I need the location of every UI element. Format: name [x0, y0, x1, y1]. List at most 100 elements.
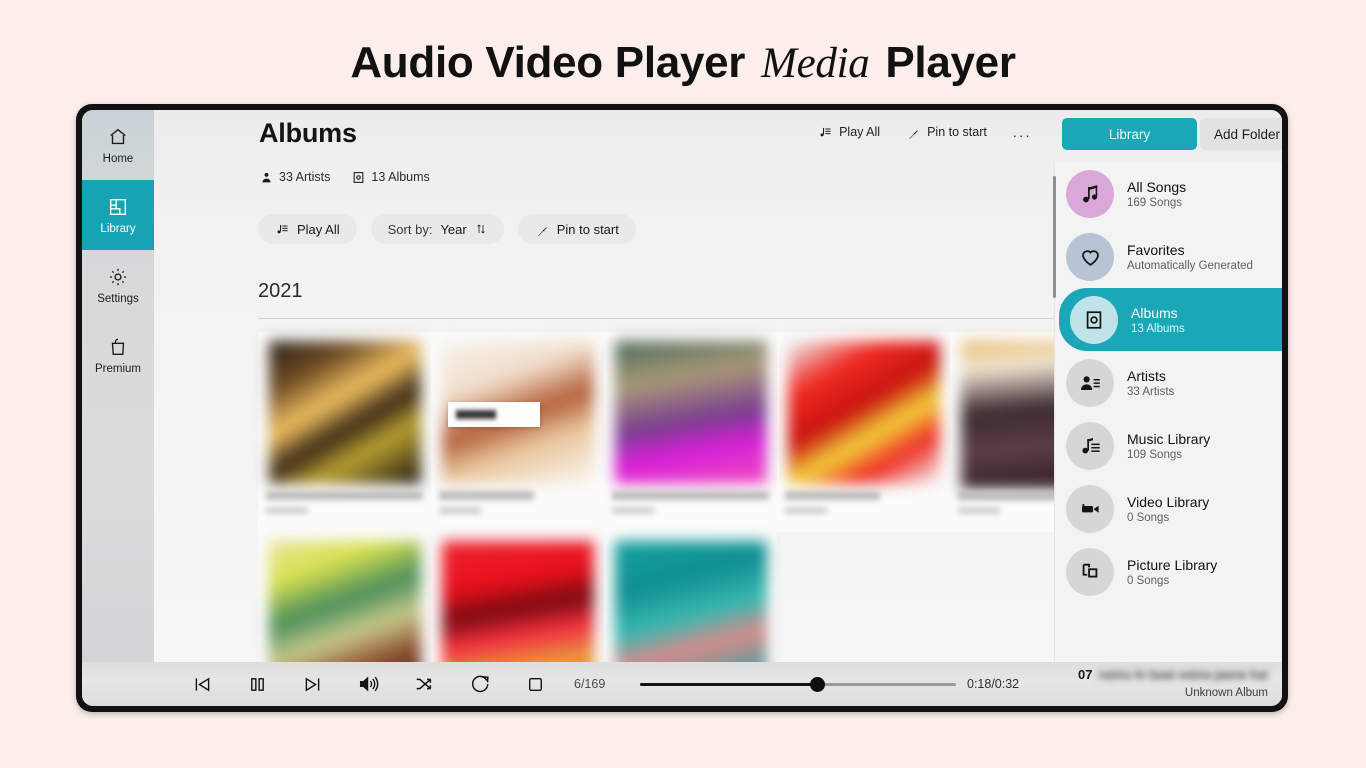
track-counter: 6/169	[574, 677, 606, 691]
tab-library[interactable]: Library	[1062, 118, 1197, 150]
album-title-blurred	[785, 491, 880, 500]
left-nav-rail: Home Library Settings Premium	[82, 110, 154, 662]
sidebar-item-label: Home	[102, 152, 134, 165]
library-item-text: Video Library 0 Songs	[1127, 494, 1209, 524]
album-tooltip	[448, 402, 540, 427]
repeat-icon	[469, 673, 491, 695]
album-tile[interactable]	[431, 332, 604, 532]
pin-to-start-action-label: Pin to start	[927, 125, 987, 139]
library-item-text: Albums 13 Albums	[1131, 305, 1185, 335]
library-item-albums[interactable]: Albums 13 Albums	[1059, 288, 1282, 351]
overflow-menu-button[interactable]: ...	[1013, 124, 1032, 140]
album-icon	[352, 171, 365, 184]
content-meta: 33 Artists 13 Albums	[260, 170, 430, 184]
library-item-music-library[interactable]: Music Library 109 Songs	[1055, 414, 1282, 477]
meta-artists: 33 Artists	[260, 170, 330, 184]
sidebar-item-settings[interactable]: Settings	[82, 250, 154, 320]
stop-button[interactable]	[525, 674, 546, 695]
library-item-title: Favorites	[1127, 241, 1185, 258]
next-track-button[interactable]	[302, 674, 323, 695]
library-item-artists[interactable]: Artists 33 Artists	[1055, 351, 1282, 414]
library-item-text: Picture Library 0 Songs	[1127, 557, 1217, 587]
heart-icon	[1078, 244, 1103, 269]
picture-library-circle	[1066, 547, 1114, 596]
album-subtitle-blurred	[439, 507, 481, 514]
album-tooltip-text-blurred	[456, 410, 496, 419]
play-all-action[interactable]: Play All	[818, 125, 880, 139]
play-all-action-label: Play All	[839, 125, 881, 139]
sidebar-item-premium[interactable]: Premium	[82, 320, 154, 390]
album-tile[interactable]	[258, 332, 431, 532]
library-item-title: Albums	[1131, 304, 1178, 321]
device-bezel: Home Library Settings Premium Albums 33 …	[76, 104, 1288, 712]
player-time: 0:18/0:32	[967, 677, 1020, 691]
sidebar-item-label: Settings	[97, 292, 139, 305]
volume-button[interactable]	[357, 673, 379, 695]
pin-icon	[535, 222, 549, 236]
album-grid	[258, 332, 1138, 706]
album-title-blurred	[439, 491, 534, 500]
now-playing: 07 naino ki baat naina jaane hai Unknown…	[1018, 666, 1268, 699]
library-grid-icon	[107, 196, 129, 218]
sidebar-item-home[interactable]: Home	[82, 110, 154, 180]
add-folder-button[interactable]: Add Folder	[1200, 118, 1282, 150]
album-art	[268, 341, 421, 484]
video-camera-icon	[1078, 497, 1102, 521]
album-subtitle-blurred	[266, 507, 308, 514]
album-art	[787, 341, 940, 484]
sidebar-item-library[interactable]: Library	[82, 180, 154, 250]
album-subtitle-blurred	[612, 507, 654, 514]
now-playing-album: Unknown Album	[1184, 687, 1268, 699]
library-item-text: Favorites Automatically Generated	[1127, 242, 1253, 272]
play-all-icon	[275, 222, 289, 236]
pin-to-start-button[interactable]: Pin to start	[517, 214, 636, 244]
page-title-part2: Player	[885, 38, 1016, 87]
app-screen: Home Library Settings Premium Albums 33 …	[82, 110, 1282, 706]
pin-to-start-action[interactable]: Pin to start	[906, 125, 987, 139]
library-item-title: All Songs	[1127, 178, 1187, 195]
library-item-subtitle: 33 Artists	[1127, 385, 1175, 398]
repeat-button[interactable]	[469, 673, 491, 695]
previous-track-button[interactable]	[192, 674, 213, 695]
library-item-video-library[interactable]: Video Library 0 Songs	[1055, 477, 1282, 540]
album-group-year: 2021	[258, 280, 303, 302]
home-icon	[107, 126, 129, 148]
seek-bar-thumb[interactable]	[810, 677, 825, 692]
albums-circle	[1070, 295, 1118, 344]
library-item-title: Artists	[1127, 367, 1166, 384]
library-item-subtitle: 109 Songs	[1127, 448, 1182, 461]
player-controls	[192, 662, 546, 706]
main-content: Albums 33 Artists 13 Albums Play All Pin…	[154, 110, 1282, 706]
shuffle-button[interactable]	[413, 673, 435, 695]
group-divider	[258, 318, 1113, 319]
library-item-all-songs[interactable]: All Songs 169 Songs	[1055, 162, 1282, 225]
album-subtitle-blurred	[958, 507, 1000, 514]
pause-icon	[247, 674, 268, 695]
library-item-picture-library[interactable]: Picture Library 0 Songs	[1055, 540, 1282, 603]
library-item-subtitle: 13 Albums	[1131, 322, 1185, 335]
sort-by-button[interactable]: Sort by: Year	[370, 214, 504, 244]
albums-scrollbar-thumb[interactable]	[1053, 176, 1056, 298]
now-playing-number: 07	[1078, 667, 1093, 682]
seek-bar-fill	[640, 683, 817, 686]
person-icon	[260, 171, 273, 184]
sidebar-item-label: Library	[100, 222, 136, 235]
library-panel: All Songs 169 Songs Favorites Automatica…	[1054, 162, 1282, 662]
play-all-icon	[818, 125, 832, 139]
music-note-icon	[1078, 182, 1102, 206]
album-art	[614, 341, 767, 484]
stop-square-icon	[525, 674, 546, 695]
pause-button[interactable]	[247, 674, 268, 695]
artist-icon	[1078, 371, 1102, 395]
library-item-favorites[interactable]: Favorites Automatically Generated	[1055, 225, 1282, 288]
favorites-circle	[1066, 232, 1114, 281]
library-item-subtitle: 169 Songs	[1127, 196, 1182, 209]
seek-bar[interactable]	[640, 677, 956, 692]
play-all-button[interactable]: Play All	[258, 214, 357, 244]
album-tile[interactable]	[777, 332, 950, 532]
library-item-subtitle: 0 Songs	[1127, 574, 1170, 587]
meta-albums-label: 13 Albums	[371, 170, 430, 184]
album-tile[interactable]	[604, 332, 777, 532]
library-item-title: Video Library	[1127, 493, 1210, 510]
shuffle-icon	[413, 673, 435, 695]
